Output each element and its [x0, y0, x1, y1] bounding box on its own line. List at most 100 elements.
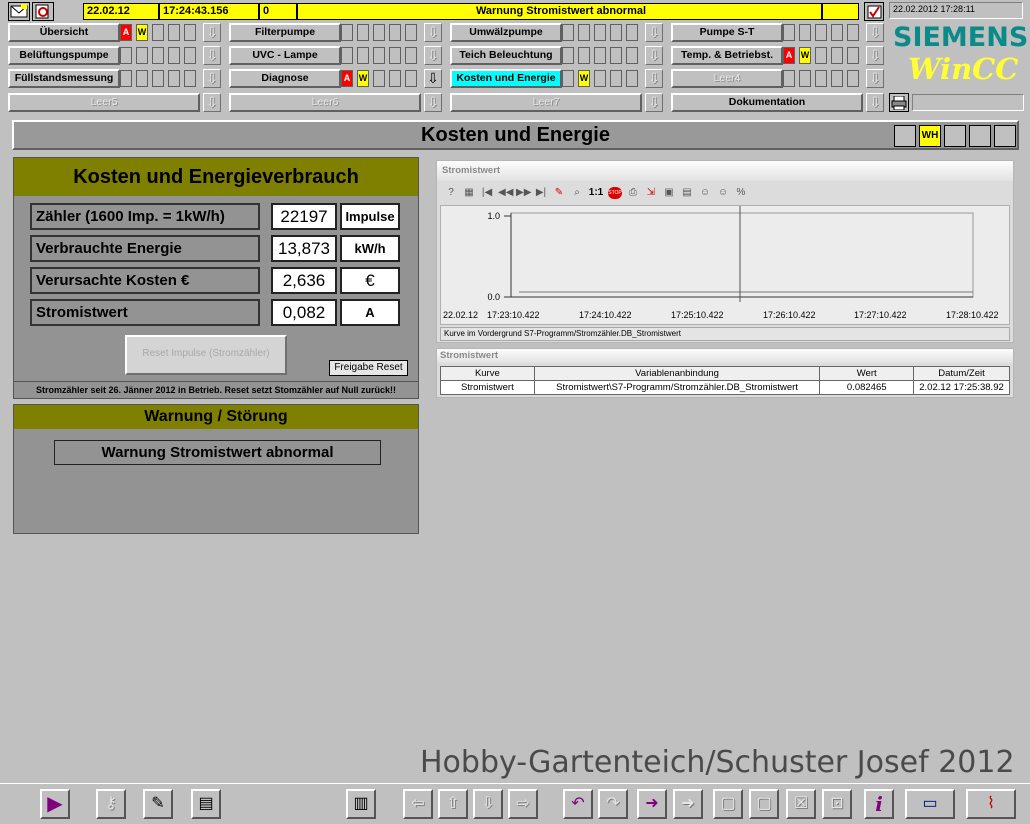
- previous-record-icon[interactable]: ◀◀: [498, 186, 513, 200]
- nav-down-arrow[interactable]: ⇩: [203, 23, 221, 42]
- column-header[interactable]: Wert: [819, 366, 915, 381]
- plot-frame: [510, 212, 974, 298]
- nav-down-arrow[interactable]: ⇩: [203, 93, 221, 112]
- nav-down-arrow[interactable]: ⇩: [424, 93, 442, 112]
- nav-leer4[interactable]: Leer4: [671, 69, 783, 88]
- nav-umwaelzpumpe[interactable]: Umwälzpumpe: [450, 23, 562, 42]
- nav-kosten-energie[interactable]: Kosten und Energie: [450, 69, 562, 88]
- nav-uvc-lampe[interactable]: UVC - Lampe: [229, 46, 341, 65]
- nav-filterpumpe[interactable]: Filterpumpe: [229, 23, 341, 42]
- trend-plot[interactable]: 1.0 0.0 22.02.12 17:23:10.422 17:24:10.4…: [440, 205, 1010, 325]
- snapshot-icon[interactable]: ▣: [662, 186, 676, 200]
- header-indicator: [944, 125, 966, 147]
- nav-pumpe-s-t[interactable]: Pumpe S-T: [671, 23, 783, 42]
- nav-down-arrow[interactable]: ⇩: [866, 69, 884, 88]
- status-message: Warnung Stromistwert abnormal: [297, 3, 822, 20]
- nav-dokumentation[interactable]: Dokumentation: [671, 93, 863, 112]
- original-view-icon[interactable]: 1:1: [588, 186, 604, 200]
- help-book-icon[interactable]: ✎: [143, 789, 173, 819]
- value-table: Kurve Variablenanbindung Wert Datum/Zeit…: [440, 366, 1010, 395]
- nav-belueftungspumpe[interactable]: Belüftungspumpe: [8, 46, 120, 65]
- stop-icon[interactable]: STOP: [608, 187, 622, 199]
- calculator-icon[interactable]: ▥: [346, 789, 376, 819]
- reset-impulse-button[interactable]: Reset Impulse (Stromzähler): [125, 335, 287, 375]
- key-icon[interactable]: ⚷: [96, 789, 126, 819]
- nav-down-arrow[interactable]: ⇩: [645, 46, 663, 65]
- save-icon[interactable]: ▤: [680, 186, 694, 200]
- first-record-icon[interactable]: |◀: [480, 186, 494, 200]
- nav-down-arrow[interactable]: ⇩: [866, 23, 884, 42]
- status-cell: [389, 24, 401, 41]
- acknowledge-icon[interactable]: [864, 2, 884, 21]
- status-cell: [136, 47, 148, 64]
- previous-picture-icon[interactable]: ➜: [673, 789, 703, 819]
- nav-down-arrow[interactable]: ⇩: [866, 93, 884, 112]
- nav-down-arrow[interactable]: ⇩: [645, 69, 663, 88]
- cost-label: Verursachte Kosten €: [30, 267, 260, 294]
- value-table-caption[interactable]: Stromistwert: [437, 349, 1013, 363]
- nav-down-arrow[interactable]: ⇩: [866, 46, 884, 65]
- status-cell: [815, 47, 827, 64]
- counter-unit: Impulse: [340, 203, 400, 230]
- nav-uebersicht[interactable]: Übersicht: [8, 23, 120, 42]
- status-bar: 22.02.12 17:24:43.156 0 Warnung Stromist…: [8, 2, 1030, 21]
- nav-down-arrow[interactable]: ⇩: [424, 69, 442, 88]
- export-icon[interactable]: ⇲: [644, 186, 658, 200]
- last-record-icon[interactable]: ▶|: [534, 186, 548, 200]
- info-icon[interactable]: i: [864, 789, 894, 819]
- cost-energy-panel: Kosten und Energieverbrauch Zähler (1600…: [13, 157, 419, 399]
- status-cell: [152, 70, 164, 87]
- undo-icon[interactable]: ↶: [563, 789, 593, 819]
- x-tick-label: 17:27:10.422: [854, 310, 907, 320]
- status-extra: [822, 3, 859, 20]
- nav-down-arrow[interactable]: ⇩: [203, 69, 221, 88]
- nav-down-arrow[interactable]: ⇩: [645, 93, 663, 112]
- nav-left-icon[interactable]: ⇦: [403, 789, 433, 819]
- user-icon[interactable]: ☺: [698, 186, 712, 200]
- column-header[interactable]: Kurve: [440, 366, 535, 381]
- curve-icon[interactable]: ⌇: [966, 789, 1016, 819]
- zoom-window-icon[interactable]: ⊡: [822, 789, 852, 819]
- nav-right-icon[interactable]: ⇨: [508, 789, 538, 819]
- percent-icon[interactable]: %: [734, 186, 748, 200]
- close-window-icon[interactable]: ☒: [786, 789, 816, 819]
- zoom-icon[interactable]: ⌕: [570, 186, 584, 200]
- alarm-list-icon[interactable]: [8, 2, 30, 21]
- table-row[interactable]: Stromistwert Stromistwert\S7-Programm/St…: [440, 380, 1010, 395]
- play-icon[interactable]: ▶: [40, 789, 70, 819]
- help-icon[interactable]: ?: [444, 186, 458, 200]
- nav-leer7[interactable]: Leer7: [450, 93, 642, 112]
- nav-down-icon[interactable]: ⇩: [473, 789, 503, 819]
- nav-leer6[interactable]: Leer6: [229, 93, 421, 112]
- freigabe-reset-button[interactable]: Freigabe Reset: [329, 360, 408, 376]
- nav-down-arrow[interactable]: ⇩: [424, 23, 442, 42]
- runtime-icon[interactable]: ▭: [905, 789, 955, 819]
- nav-down-arrow[interactable]: ⇩: [424, 46, 442, 65]
- next-picture-icon[interactable]: ➜: [637, 789, 667, 819]
- window-icon[interactable]: ▢: [713, 789, 743, 819]
- exit-icon[interactable]: [32, 2, 54, 21]
- notes-icon[interactable]: ▤: [191, 789, 221, 819]
- next-record-icon[interactable]: ▶▶: [516, 186, 531, 200]
- window-icon[interactable]: ▢: [749, 789, 779, 819]
- status-cell: [341, 24, 353, 41]
- nav-temp-betriebst[interactable]: Temp. & Betriebst.: [671, 46, 783, 65]
- nav-diagnose[interactable]: Diagnose: [229, 69, 341, 88]
- column-header[interactable]: Datum/Zeit: [913, 366, 1010, 381]
- footer-credit: Hobby-Gartenteich/Schuster Josef 2012: [420, 745, 1015, 780]
- nav-teich-beleuchtung[interactable]: Teich Beleuchtung: [450, 46, 562, 65]
- print-icon[interactable]: ⎙: [626, 186, 640, 200]
- nav-down-arrow[interactable]: ⇩: [203, 46, 221, 65]
- edit-icon[interactable]: ✎: [552, 186, 566, 200]
- column-header[interactable]: Variablenanbindung: [533, 366, 821, 381]
- redo-icon[interactable]: ↷: [598, 789, 628, 819]
- user-settings-icon[interactable]: ☺: [716, 186, 730, 200]
- printer-icon[interactable]: [889, 93, 909, 112]
- properties-icon[interactable]: ▦: [462, 186, 476, 200]
- nav-fuellstandsmessung[interactable]: Füllstandsmessung: [8, 69, 120, 88]
- energy-unit: kW/h: [340, 235, 400, 262]
- nav-leer5[interactable]: Leer5: [8, 93, 200, 112]
- trend-caption[interactable]: Stromistwert: [437, 161, 1013, 181]
- nav-up-icon[interactable]: ⇧: [438, 789, 468, 819]
- nav-down-arrow[interactable]: ⇩: [645, 23, 663, 42]
